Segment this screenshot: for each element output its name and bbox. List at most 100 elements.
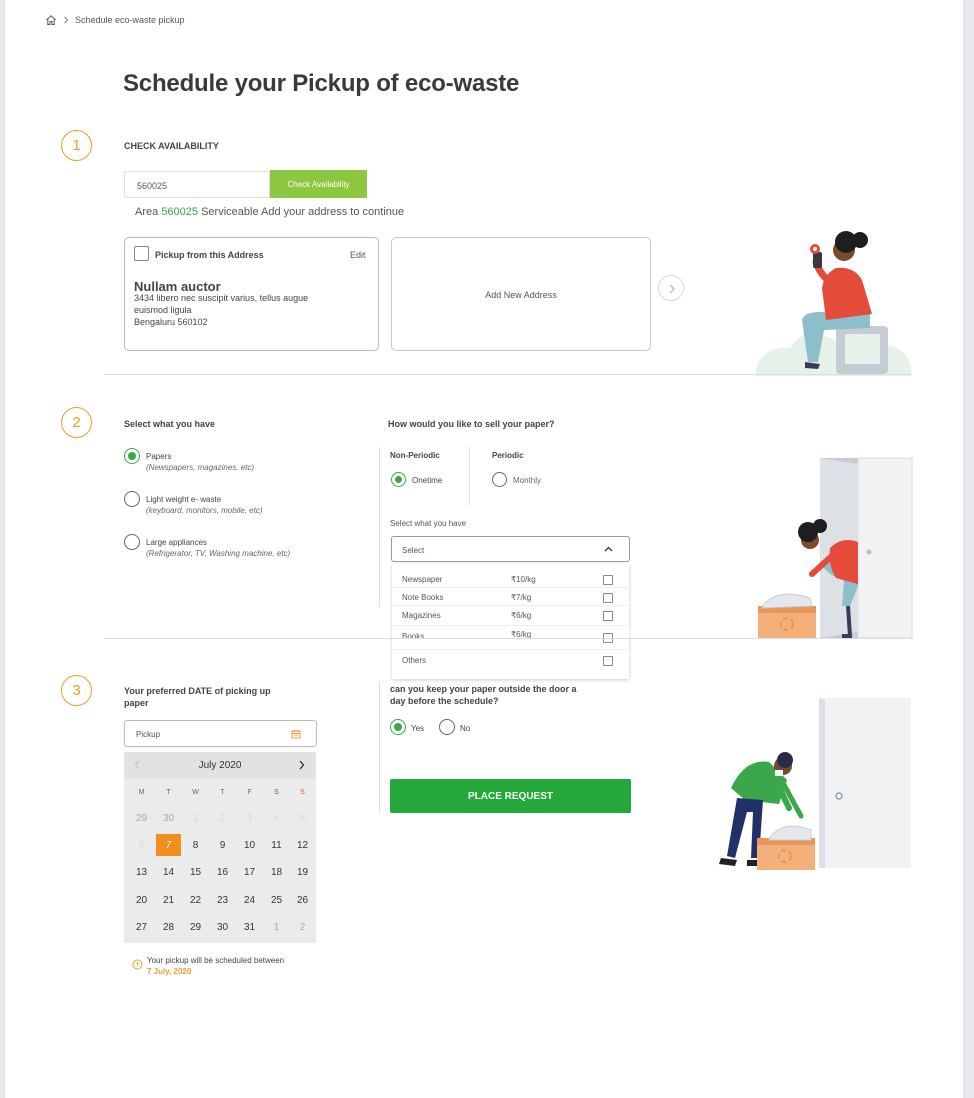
onetime-radio[interactable] (391, 472, 406, 487)
dropdown-option-newspaper[interactable]: Newspaper ₹10/kg (392, 570, 629, 588)
calendar-day[interactable]: 4 (263, 813, 290, 824)
option-checkbox[interactable] (603, 593, 613, 603)
calendar-day[interactable]: 6 (128, 840, 155, 851)
pickup-address-checkbox[interactable] (134, 246, 149, 261)
check-availability-button[interactable]: Check Availability (270, 170, 367, 198)
column-divider-3 (379, 682, 380, 812)
pickup-date-placeholder: Pickup (136, 730, 161, 739)
door-question-line-1: can you keep your paper outside the door… (390, 684, 577, 694)
calendar-day[interactable]: 22 (182, 895, 209, 906)
option-price: ₹6/kg (511, 611, 532, 620)
calendar-day[interactable]: 24 (236, 895, 263, 906)
column-divider-2 (379, 447, 380, 607)
calendar-day[interactable]: 20 (128, 895, 155, 906)
home-icon[interactable] (45, 14, 57, 26)
chevron-up-icon (604, 546, 613, 552)
calendar-day[interactable]: 5 (289, 813, 316, 824)
calendar-day[interactable]: 12 (289, 840, 316, 851)
papers-sublabel: (Newspapers, magazines, etc) (146, 463, 255, 472)
item-select-value: Select (402, 546, 425, 555)
select-items-label: Select what you have (390, 519, 467, 528)
option-checkbox[interactable] (603, 611, 613, 621)
calendar-day[interactable]: 9 (209, 840, 236, 851)
breadcrumb-current: Schedule eco-waste pickup (75, 15, 185, 25)
edit-address-link[interactable]: Edit (350, 250, 366, 260)
calendar-day[interactable]: 1 (263, 922, 290, 933)
appliances-label: Large appliances (146, 538, 207, 547)
ewaste-radio[interactable] (124, 491, 140, 507)
info-icon (132, 959, 143, 970)
calendar-day[interactable]: 14 (155, 867, 182, 878)
area-status: Area 560025 Serviceable Add your address… (135, 206, 404, 218)
calendar-day[interactable]: 8 (182, 840, 209, 851)
calendar-day[interactable]: 2 (289, 922, 316, 933)
pickup-address-label: Pickup from this Address (155, 250, 264, 260)
calendar-icon[interactable] (291, 729, 301, 739)
dropdown-option-others[interactable]: Others (392, 650, 629, 672)
calendar-day[interactable]: 13 (128, 867, 155, 878)
no-radio[interactable] (439, 719, 455, 735)
dropdown-option-notebooks[interactable]: Note Books ₹7/kg (392, 588, 629, 606)
area-prefix: Area (135, 206, 159, 218)
step-1-badge: 1 (61, 130, 92, 161)
calendar-day[interactable]: 10 (236, 840, 263, 851)
onetime-label: Onetime (412, 476, 443, 485)
calendar-day[interactable]: 30 (155, 813, 182, 824)
add-new-address-card[interactable]: Add New Address (391, 237, 651, 351)
option-name: Magazines (402, 611, 441, 620)
address-name: Nullam auctor (134, 279, 221, 294)
man-delivery-illustration (719, 698, 911, 870)
select-what-you-have-title: Select what you have (124, 419, 216, 429)
address-card[interactable]: Pickup from this Address Edit Nullam auc… (124, 237, 379, 351)
date-title-line-1: Your preferred DATE of picking up (124, 686, 271, 696)
appliances-radio[interactable] (124, 534, 140, 550)
calendar-day[interactable]: 25 (263, 895, 290, 906)
yes-radio[interactable] (390, 719, 406, 735)
calendar-day[interactable]: 18 (263, 867, 290, 878)
calendar-day[interactable]: 27 (128, 922, 155, 933)
dropdown-option-magazines[interactable]: Magazines ₹6/kg (392, 606, 629, 626)
address-line-3: Bengaluru 560102 (134, 317, 208, 327)
calendar-day[interactable]: 16 (209, 867, 236, 878)
calendar-header: July 2020 (124, 752, 316, 778)
chevron-right-icon[interactable] (298, 760, 305, 770)
non-periodic-label: Non-Periodic (390, 451, 440, 460)
calendar-day[interactable]: 2 (209, 813, 236, 824)
calendar-day[interactable]: 11 (263, 840, 290, 851)
calendar-day[interactable]: 29 (182, 922, 209, 933)
calendar-day[interactable]: 30 (209, 922, 236, 933)
calendar-weekday: S (274, 789, 279, 796)
place-request-button[interactable]: PLACE REQUEST (390, 779, 631, 813)
calendar-day[interactable]: 1 (182, 813, 209, 824)
address-line-2: euismod ligula (134, 305, 192, 315)
calendar-day[interactable]: 15 (182, 867, 209, 878)
option-checkbox[interactable] (603, 656, 613, 666)
periodic-label: Periodic (492, 451, 524, 460)
calendar-day[interactable]: 19 (289, 867, 316, 878)
calendar-day[interactable]: 29 (128, 813, 155, 824)
calendar-day[interactable]: 28 (155, 922, 182, 933)
calendar-day[interactable]: 31 (236, 922, 263, 933)
no-label: No (460, 724, 471, 733)
calendar-weekday: W (192, 789, 199, 796)
calendar-day-selected[interactable]: 7 (156, 834, 181, 856)
papers-radio[interactable] (124, 448, 140, 464)
section-divider-1 (104, 374, 911, 375)
option-checkbox[interactable] (603, 575, 613, 585)
calendar-weekday: T (220, 789, 225, 796)
breadcrumb: Schedule eco-waste pickup (45, 14, 185, 26)
next-arrow-button[interactable] (658, 275, 684, 301)
appliances-sublabel: (Refrigerator, TV, Washing machine, etc) (146, 549, 291, 558)
periodic-divider (469, 447, 470, 505)
option-name: Books (402, 632, 425, 641)
pincode-input[interactable]: 560025 (124, 171, 270, 198)
calendar-day[interactable]: 17 (236, 867, 263, 878)
pickup-date-input[interactable]: Pickup (124, 720, 317, 747)
step-2-badge: 2 (61, 407, 92, 438)
item-select[interactable]: Select (391, 536, 630, 562)
calendar-day[interactable]: 23 (209, 895, 236, 906)
monthly-radio[interactable] (492, 472, 507, 487)
calendar-day[interactable]: 3 (236, 813, 263, 824)
calendar-day[interactable]: 26 (289, 895, 316, 906)
calendar-day[interactable]: 21 (155, 895, 182, 906)
